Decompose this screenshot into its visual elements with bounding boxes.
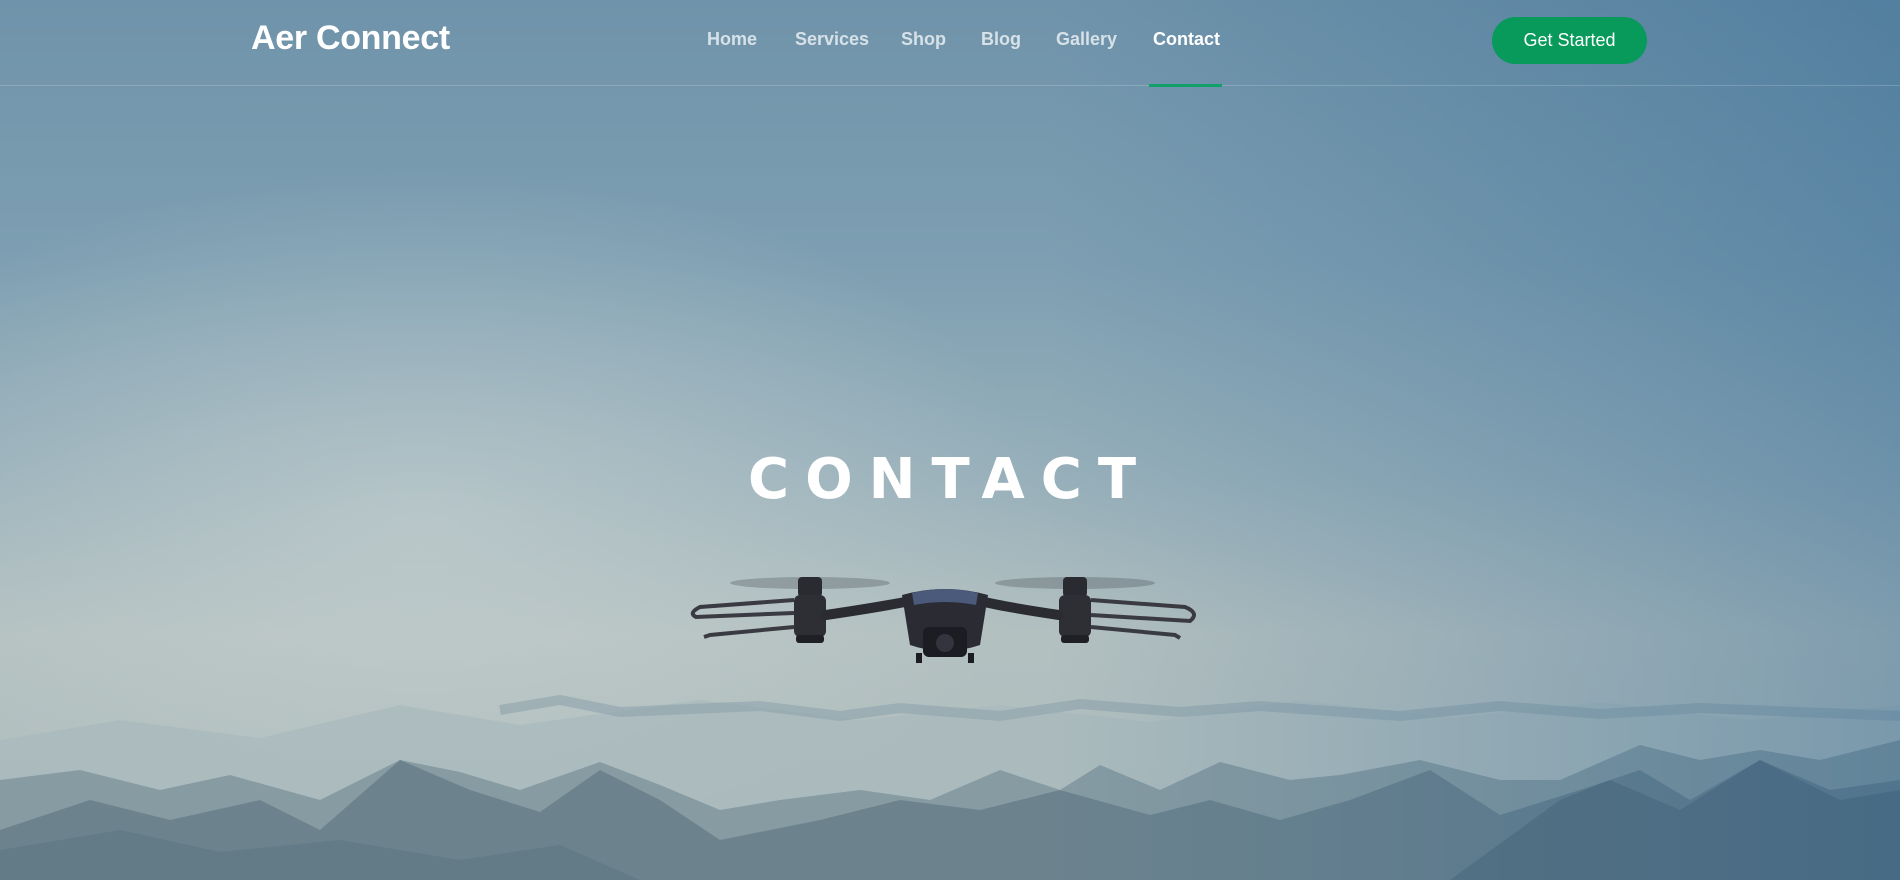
site-header: Aer Connect Home Services Shop Blog Gall… xyxy=(0,0,1900,87)
nav-item-shop[interactable]: Shop xyxy=(901,29,946,50)
nav-item-services[interactable]: Services xyxy=(795,29,869,50)
active-nav-indicator xyxy=(1149,84,1222,87)
get-started-button[interactable]: Get Started xyxy=(1492,17,1647,64)
nav-item-home[interactable]: Home xyxy=(707,29,757,50)
drone-image xyxy=(690,577,1196,663)
nav-item-gallery[interactable]: Gallery xyxy=(1056,29,1117,50)
nav-item-blog[interactable]: Blog xyxy=(981,29,1021,50)
hero-background xyxy=(0,0,1900,880)
page-title: CONTACT xyxy=(747,447,1153,512)
mountain-landscape-image xyxy=(0,694,1900,880)
nav-item-contact[interactable]: Contact xyxy=(1153,29,1220,50)
